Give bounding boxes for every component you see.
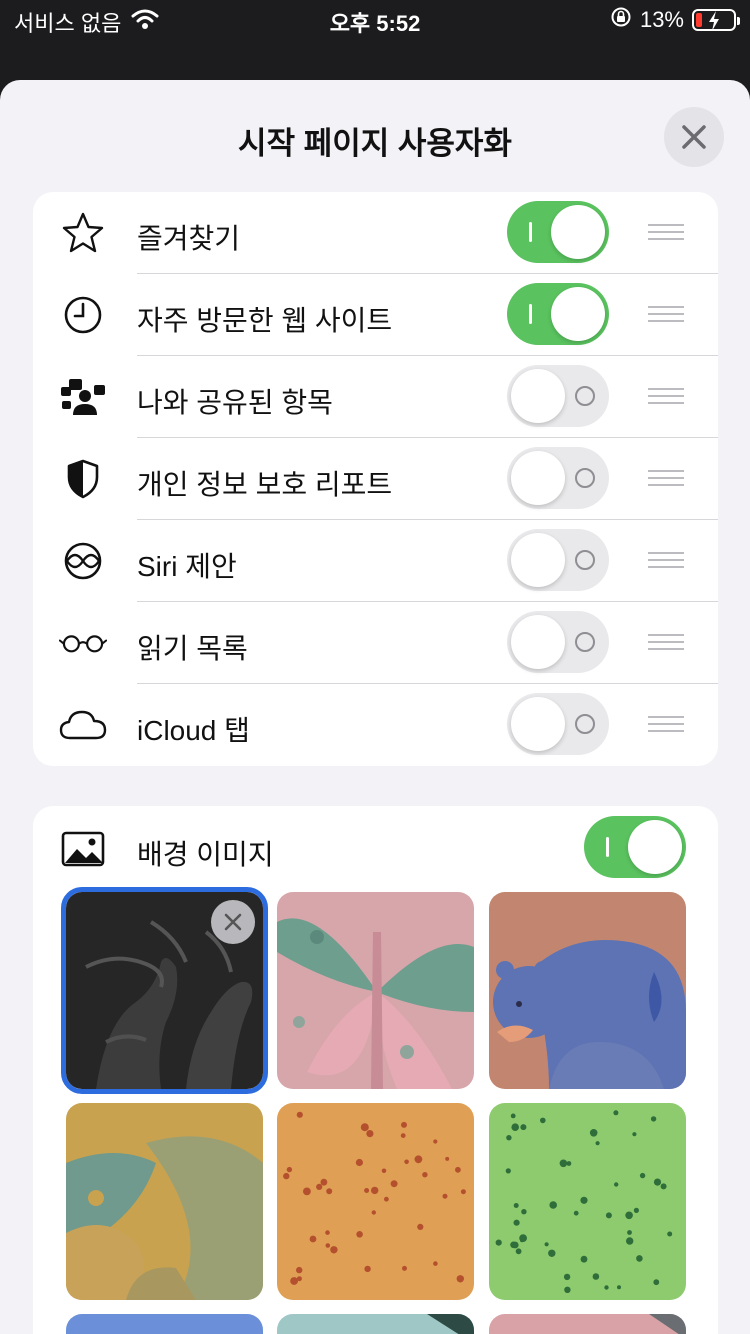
remove-background-button[interactable] bbox=[211, 900, 255, 944]
section-label: 나와 공유된 항목 bbox=[137, 387, 333, 418]
background-thumb-blue-partial[interactable] bbox=[66, 1314, 263, 1334]
reading-list-toggle[interactable] bbox=[507, 611, 609, 673]
siri-icon bbox=[59, 538, 107, 584]
background-image-row: 배경 이미지 bbox=[33, 806, 718, 888]
clock-icon bbox=[59, 292, 107, 338]
section-row-privacy-report: 개인 정보 보호 리포트 bbox=[33, 438, 718, 520]
section-label: 자주 방문한 웹 사이트 bbox=[137, 305, 393, 336]
background-image-label: 배경 이미지 bbox=[137, 839, 274, 870]
section-row-frequently-visited: 자주 방문한 웹 사이트 bbox=[33, 274, 718, 356]
orientation-lock-icon bbox=[610, 6, 632, 34]
frequently-visited-toggle[interactable] bbox=[507, 283, 609, 345]
siri-suggestions-toggle[interactable] bbox=[507, 529, 609, 591]
background-thumb-butterfly[interactable] bbox=[277, 892, 474, 1089]
background-thumb-parrot[interactable] bbox=[66, 1103, 263, 1300]
star-icon bbox=[59, 210, 107, 256]
status-bar: 서비스 없음 오후 5:52 13% bbox=[0, 0, 750, 42]
privacy-report-toggle[interactable] bbox=[507, 447, 609, 509]
close-button[interactable] bbox=[664, 107, 724, 167]
reorder-handle[interactable] bbox=[648, 224, 684, 242]
favorites-toggle[interactable] bbox=[507, 201, 609, 263]
reorder-handle[interactable] bbox=[648, 388, 684, 406]
reorder-handle[interactable] bbox=[648, 470, 684, 488]
shared-people-icon bbox=[59, 374, 107, 420]
battery-percent: 13% bbox=[639, 7, 684, 32]
background-image-toggle[interactable] bbox=[584, 816, 686, 878]
photo-icon bbox=[59, 826, 107, 872]
sheet-title: 시작 페이지 사용자화 bbox=[238, 126, 512, 161]
reorder-handle[interactable] bbox=[648, 552, 684, 570]
section-row-reading-list: 읽기 목록 bbox=[33, 602, 718, 684]
reorder-handle[interactable] bbox=[648, 634, 684, 652]
section-label: iCloud 탭 bbox=[137, 715, 250, 746]
customize-start-page-sheet: 시작 페이지 사용자화 즐겨찾기 자주 방문한 웹 사이트 나와 공유된 항목 … bbox=[0, 80, 750, 1334]
section-row-siri-suggestions: Siri 제안 bbox=[33, 520, 718, 602]
sections-list: 즐겨찾기 자주 방문한 웹 사이트 나와 공유된 항목 개인 정보 보호 리포트… bbox=[33, 192, 718, 766]
background-thumb-bear[interactable] bbox=[489, 892, 686, 1089]
shared-with-you-toggle[interactable] bbox=[507, 365, 609, 427]
reorder-handle[interactable] bbox=[648, 716, 684, 734]
battery-icon bbox=[692, 9, 740, 31]
background-image-section: 배경 이미지 bbox=[33, 806, 718, 1334]
background-thumb-teal-partial[interactable] bbox=[277, 1314, 474, 1334]
background-thumb-orange-pattern[interactable] bbox=[277, 1103, 474, 1300]
glasses-icon bbox=[59, 620, 107, 666]
background-thumb-green-pattern[interactable] bbox=[489, 1103, 686, 1300]
shield-icon bbox=[59, 456, 107, 502]
section-label: 읽기 목록 bbox=[137, 633, 248, 664]
close-icon bbox=[224, 913, 242, 931]
section-label: Siri 제안 bbox=[137, 551, 237, 582]
background-thumb-hands[interactable] bbox=[61, 887, 268, 1094]
background-thumb-pink-partial[interactable] bbox=[489, 1314, 686, 1334]
reorder-handle[interactable] bbox=[648, 306, 684, 324]
section-label: 개인 정보 보호 리포트 bbox=[137, 469, 393, 500]
section-row-favorites: 즐겨찾기 bbox=[33, 192, 718, 274]
section-label: 즐겨찾기 bbox=[137, 223, 241, 254]
section-row-icloud-tabs: iCloud 탭 bbox=[33, 684, 718, 766]
close-icon bbox=[682, 125, 706, 149]
cloud-icon bbox=[59, 702, 107, 748]
icloud-tabs-toggle[interactable] bbox=[507, 693, 609, 755]
section-row-shared-with-you: 나와 공유된 항목 bbox=[33, 356, 718, 438]
